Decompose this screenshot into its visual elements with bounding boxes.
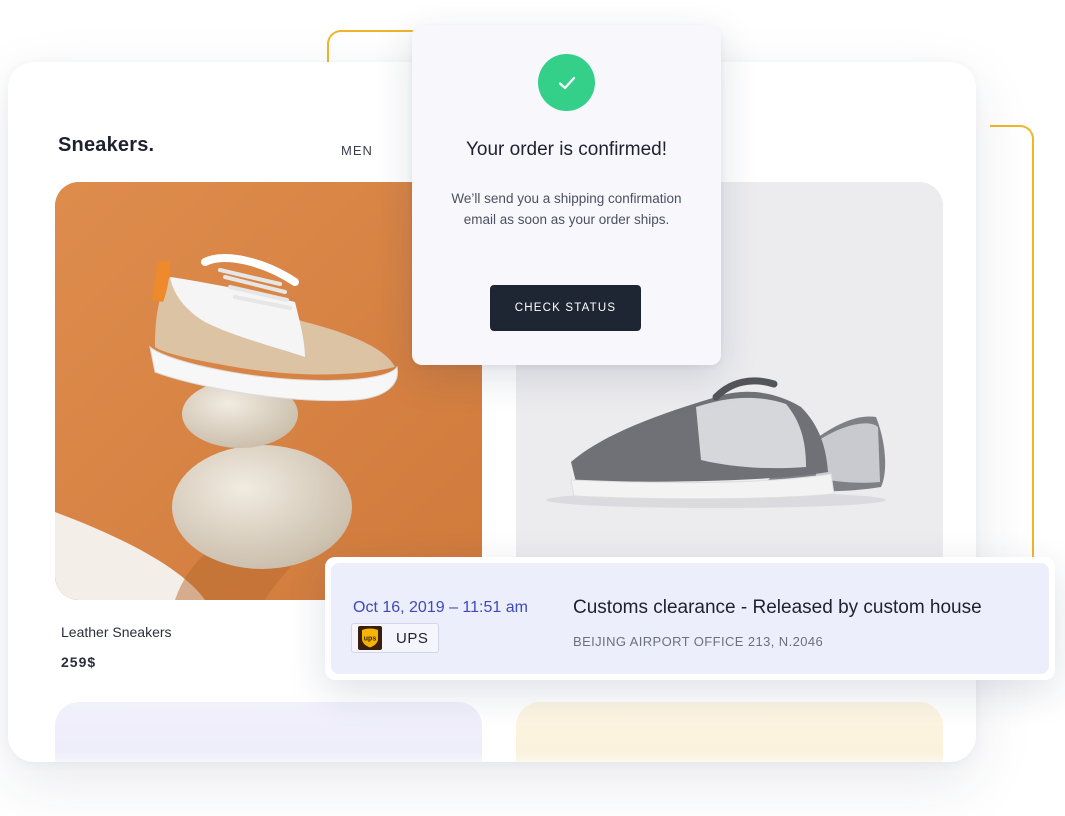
tracking-update-row[interactable]: Oct 16, 2019 – 11:51 am ups UPS Customs … (331, 563, 1049, 674)
confirmation-message: We’ll send you a shipping confirmation e… (451, 191, 682, 227)
product-name[interactable]: Leather Sneakers (61, 624, 172, 640)
carrier-name: UPS (396, 629, 429, 647)
carrier-badge: ups UPS (351, 623, 439, 653)
check-status-button[interactable]: CHECK STATUS (490, 285, 641, 331)
tracking-datetime: Oct 16, 2019 – 11:51 am (353, 599, 528, 616)
checkmark-icon (558, 76, 575, 89)
confirmation-title: Your order is confirmed! (465, 139, 667, 160)
success-badge (538, 54, 595, 111)
tracking-location: BEIJING AIRPORT OFFICE 213, N.2046 (573, 634, 824, 649)
ups-logo-icon: ups (358, 626, 382, 650)
bottom-fade (8, 752, 976, 762)
ups-shield-icon: ups (362, 628, 378, 648)
ups-logo-text: ups (364, 636, 377, 643)
order-confirmation-modal: Your order is confirmed! We’ll send you … (412, 25, 721, 365)
decorative-line-right (990, 125, 1034, 567)
product-price: 259$ (61, 654, 97, 670)
tracking-update-card: Oct 16, 2019 – 11:51 am ups UPS Customs … (325, 557, 1055, 680)
nav-item-men[interactable]: MEN (341, 143, 373, 158)
tracking-status: Customs clearance - Released by custom h… (573, 597, 982, 618)
brand-logo[interactable]: Sneakers. (58, 134, 154, 157)
